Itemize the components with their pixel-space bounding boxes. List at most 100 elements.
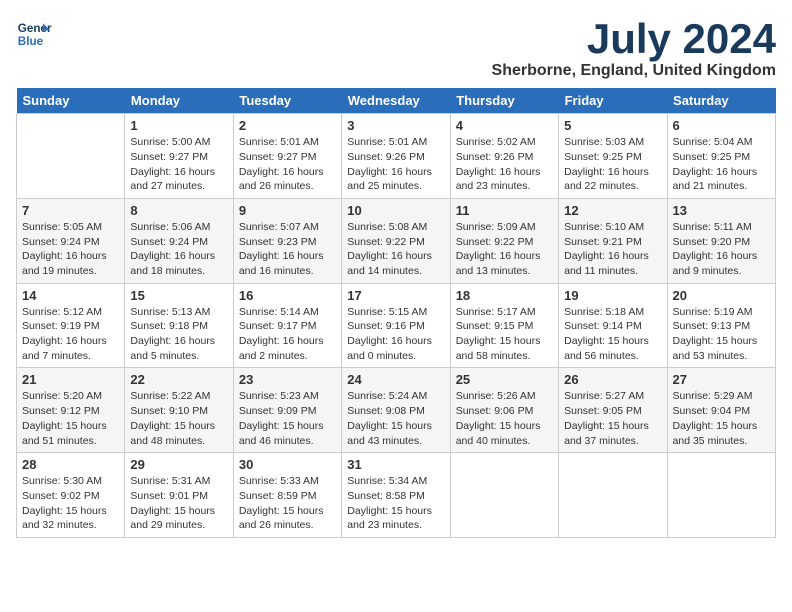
calendar-title: July 2024 <box>492 16 776 62</box>
day-number: 12 <box>564 203 661 218</box>
day-info: Sunrise: 5:26 AMSunset: 9:06 PMDaylight:… <box>456 389 553 448</box>
day-number: 1 <box>130 118 227 133</box>
logo: General Blue <box>16 16 52 52</box>
day-info: Sunrise: 5:04 AMSunset: 9:25 PMDaylight:… <box>673 135 770 194</box>
header-friday: Friday <box>559 88 667 114</box>
day-number: 15 <box>130 288 227 303</box>
day-number: 18 <box>456 288 553 303</box>
header-sunday: Sunday <box>17 88 125 114</box>
table-row: 20 Sunrise: 5:19 AMSunset: 9:13 PMDaylig… <box>667 283 775 368</box>
table-row: 21 Sunrise: 5:20 AMSunset: 9:12 PMDaylig… <box>17 368 125 453</box>
table-row: 31 Sunrise: 5:34 AMSunset: 8:58 PMDaylig… <box>342 453 450 538</box>
table-row: 25 Sunrise: 5:26 AMSunset: 9:06 PMDaylig… <box>450 368 558 453</box>
table-row: 18 Sunrise: 5:17 AMSunset: 9:15 PMDaylig… <box>450 283 558 368</box>
day-info: Sunrise: 5:34 AMSunset: 8:58 PMDaylight:… <box>347 474 444 533</box>
table-row: 17 Sunrise: 5:15 AMSunset: 9:16 PMDaylig… <box>342 283 450 368</box>
day-info: Sunrise: 5:30 AMSunset: 9:02 PMDaylight:… <box>22 474 119 533</box>
day-info: Sunrise: 5:12 AMSunset: 9:19 PMDaylight:… <box>22 305 119 364</box>
day-number: 22 <box>130 372 227 387</box>
header-saturday: Saturday <box>667 88 775 114</box>
day-number: 5 <box>564 118 661 133</box>
day-info: Sunrise: 5:17 AMSunset: 9:15 PMDaylight:… <box>456 305 553 364</box>
table-row: 6 Sunrise: 5:04 AMSunset: 9:25 PMDayligh… <box>667 114 775 199</box>
day-number: 24 <box>347 372 444 387</box>
table-row: 28 Sunrise: 5:30 AMSunset: 9:02 PMDaylig… <box>17 453 125 538</box>
day-info: Sunrise: 5:05 AMSunset: 9:24 PMDaylight:… <box>22 220 119 279</box>
day-number: 13 <box>673 203 770 218</box>
day-info: Sunrise: 5:24 AMSunset: 9:08 PMDaylight:… <box>347 389 444 448</box>
table-row: 4 Sunrise: 5:02 AMSunset: 9:26 PMDayligh… <box>450 114 558 199</box>
day-info: Sunrise: 5:13 AMSunset: 9:18 PMDaylight:… <box>130 305 227 364</box>
calendar-week-row: 28 Sunrise: 5:30 AMSunset: 9:02 PMDaylig… <box>17 453 776 538</box>
day-info: Sunrise: 5:14 AMSunset: 9:17 PMDaylight:… <box>239 305 336 364</box>
day-number: 17 <box>347 288 444 303</box>
day-info: Sunrise: 5:20 AMSunset: 9:12 PMDaylight:… <box>22 389 119 448</box>
calendar-body: 1 Sunrise: 5:00 AMSunset: 9:27 PMDayligh… <box>17 114 776 538</box>
day-info: Sunrise: 5:15 AMSunset: 9:16 PMDaylight:… <box>347 305 444 364</box>
header-thursday: Thursday <box>450 88 558 114</box>
table-row: 11 Sunrise: 5:09 AMSunset: 9:22 PMDaylig… <box>450 198 558 283</box>
table-row: 5 Sunrise: 5:03 AMSunset: 9:25 PMDayligh… <box>559 114 667 199</box>
day-number: 27 <box>673 372 770 387</box>
table-row: 19 Sunrise: 5:18 AMSunset: 9:14 PMDaylig… <box>559 283 667 368</box>
day-number: 2 <box>239 118 336 133</box>
day-number: 29 <box>130 457 227 472</box>
table-row: 22 Sunrise: 5:22 AMSunset: 9:10 PMDaylig… <box>125 368 233 453</box>
calendar-week-row: 7 Sunrise: 5:05 AMSunset: 9:24 PMDayligh… <box>17 198 776 283</box>
table-row: 13 Sunrise: 5:11 AMSunset: 9:20 PMDaylig… <box>667 198 775 283</box>
calendar-week-row: 14 Sunrise: 5:12 AMSunset: 9:19 PMDaylig… <box>17 283 776 368</box>
table-row: 30 Sunrise: 5:33 AMSunset: 8:59 PMDaylig… <box>233 453 341 538</box>
day-number: 6 <box>673 118 770 133</box>
day-number: 10 <box>347 203 444 218</box>
calendar-table: Sunday Monday Tuesday Wednesday Thursday… <box>16 88 776 538</box>
table-row <box>559 453 667 538</box>
day-info: Sunrise: 5:06 AMSunset: 9:24 PMDaylight:… <box>130 220 227 279</box>
table-row: 1 Sunrise: 5:00 AMSunset: 9:27 PMDayligh… <box>125 114 233 199</box>
title-section: July 2024 Sherborne, England, United Kin… <box>492 16 776 80</box>
day-info: Sunrise: 5:09 AMSunset: 9:22 PMDaylight:… <box>456 220 553 279</box>
day-number: 26 <box>564 372 661 387</box>
day-info: Sunrise: 5:01 AMSunset: 9:27 PMDaylight:… <box>239 135 336 194</box>
table-row: 15 Sunrise: 5:13 AMSunset: 9:18 PMDaylig… <box>125 283 233 368</box>
table-row <box>17 114 125 199</box>
weekday-header-row: Sunday Monday Tuesday Wednesday Thursday… <box>17 88 776 114</box>
table-row: 2 Sunrise: 5:01 AMSunset: 9:27 PMDayligh… <box>233 114 341 199</box>
day-info: Sunrise: 5:29 AMSunset: 9:04 PMDaylight:… <box>673 389 770 448</box>
day-number: 31 <box>347 457 444 472</box>
day-number: 4 <box>456 118 553 133</box>
table-row: 10 Sunrise: 5:08 AMSunset: 9:22 PMDaylig… <box>342 198 450 283</box>
day-info: Sunrise: 5:19 AMSunset: 9:13 PMDaylight:… <box>673 305 770 364</box>
table-row: 8 Sunrise: 5:06 AMSunset: 9:24 PMDayligh… <box>125 198 233 283</box>
day-info: Sunrise: 5:08 AMSunset: 9:22 PMDaylight:… <box>347 220 444 279</box>
table-row <box>450 453 558 538</box>
day-number: 23 <box>239 372 336 387</box>
day-number: 11 <box>456 203 553 218</box>
table-row: 3 Sunrise: 5:01 AMSunset: 9:26 PMDayligh… <box>342 114 450 199</box>
day-info: Sunrise: 5:02 AMSunset: 9:26 PMDaylight:… <box>456 135 553 194</box>
day-info: Sunrise: 5:10 AMSunset: 9:21 PMDaylight:… <box>564 220 661 279</box>
table-row: 23 Sunrise: 5:23 AMSunset: 9:09 PMDaylig… <box>233 368 341 453</box>
table-row: 16 Sunrise: 5:14 AMSunset: 9:17 PMDaylig… <box>233 283 341 368</box>
day-info: Sunrise: 5:22 AMSunset: 9:10 PMDaylight:… <box>130 389 227 448</box>
table-row <box>667 453 775 538</box>
logo-icon: General Blue <box>16 16 52 52</box>
calendar-week-row: 1 Sunrise: 5:00 AMSunset: 9:27 PMDayligh… <box>17 114 776 199</box>
day-info: Sunrise: 5:27 AMSunset: 9:05 PMDaylight:… <box>564 389 661 448</box>
day-number: 8 <box>130 203 227 218</box>
page-header: General Blue July 2024 Sherborne, Englan… <box>16 16 776 80</box>
day-number: 3 <box>347 118 444 133</box>
day-info: Sunrise: 5:33 AMSunset: 8:59 PMDaylight:… <box>239 474 336 533</box>
day-number: 7 <box>22 203 119 218</box>
day-number: 9 <box>239 203 336 218</box>
day-number: 20 <box>673 288 770 303</box>
day-info: Sunrise: 5:31 AMSunset: 9:01 PMDaylight:… <box>130 474 227 533</box>
day-info: Sunrise: 5:11 AMSunset: 9:20 PMDaylight:… <box>673 220 770 279</box>
table-row: 14 Sunrise: 5:12 AMSunset: 9:19 PMDaylig… <box>17 283 125 368</box>
table-row: 24 Sunrise: 5:24 AMSunset: 9:08 PMDaylig… <box>342 368 450 453</box>
table-row: 26 Sunrise: 5:27 AMSunset: 9:05 PMDaylig… <box>559 368 667 453</box>
day-info: Sunrise: 5:03 AMSunset: 9:25 PMDaylight:… <box>564 135 661 194</box>
day-info: Sunrise: 5:07 AMSunset: 9:23 PMDaylight:… <box>239 220 336 279</box>
svg-text:Blue: Blue <box>18 35 44 48</box>
day-info: Sunrise: 5:01 AMSunset: 9:26 PMDaylight:… <box>347 135 444 194</box>
table-row: 27 Sunrise: 5:29 AMSunset: 9:04 PMDaylig… <box>667 368 775 453</box>
